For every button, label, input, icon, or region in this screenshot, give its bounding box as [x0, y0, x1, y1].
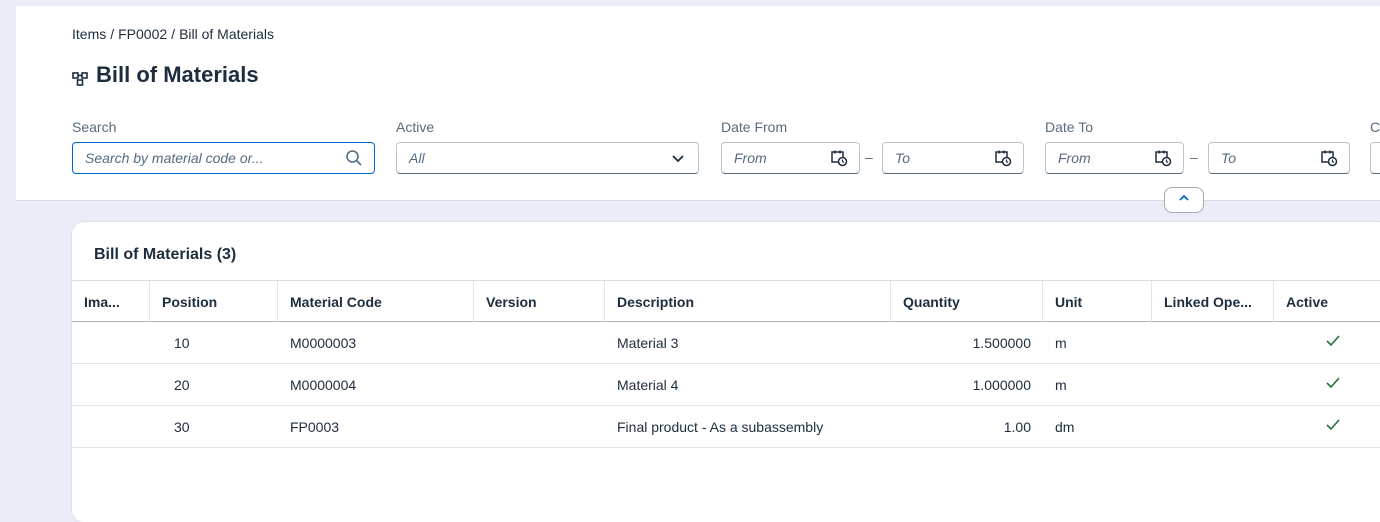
- active-select-value: All: [409, 150, 425, 166]
- date-from-start-input[interactable]: From: [721, 142, 860, 174]
- column-header-material-code[interactable]: Material Code: [278, 281, 474, 322]
- page-title: Bill of Materials: [72, 62, 259, 88]
- date-to-end-placeholder: To: [1221, 150, 1237, 166]
- breadcrumb: Items / FP0002/Bill of Materials: [72, 26, 274, 42]
- cell-quantity: 1.00: [1003, 418, 1031, 435]
- date-from-end-input[interactable]: To: [882, 142, 1024, 174]
- cell-description: Material 3: [617, 334, 679, 351]
- breadcrumb-items[interactable]: Items: [72, 26, 106, 42]
- page-title-text: Bill of Materials: [96, 62, 259, 87]
- cell-active: [1274, 364, 1380, 405]
- cell-position: 10: [174, 334, 190, 351]
- cell-quantity: 1.500000: [972, 334, 1031, 351]
- column-header-position[interactable]: Position: [150, 281, 278, 322]
- date-to-end-input[interactable]: To: [1208, 142, 1350, 174]
- page-header: Items / FP0002/Bill of Materials Bill of M…: [16, 6, 1380, 201]
- column-header-linked-operation[interactable]: Linked Ope...: [1152, 281, 1274, 322]
- breadcrumb-item-code[interactable]: FP0002: [118, 26, 167, 42]
- cell-linked-operation: [1152, 322, 1274, 363]
- cell-position: 30: [174, 418, 190, 435]
- cell-quantity: 1.000000: [972, 376, 1031, 393]
- cell-image: [72, 322, 150, 363]
- date-from-label: Date From: [721, 119, 788, 135]
- date-from-start-placeholder: From: [734, 150, 767, 166]
- breadcrumb-current: Bill of Materials: [179, 26, 274, 42]
- check-icon: [1325, 376, 1341, 393]
- column-header-version[interactable]: Version: [474, 281, 605, 322]
- date-to-label: Date To: [1045, 119, 1093, 135]
- table-header: Ima... Position Material Code Version De…: [72, 280, 1380, 322]
- column-header-description[interactable]: Description: [605, 281, 891, 322]
- calendar-icon[interactable]: [1319, 148, 1339, 168]
- chevron-down-icon[interactable]: [668, 148, 688, 168]
- chevron-up-icon: [1178, 191, 1190, 209]
- search-placeholder: Search by material code or...: [85, 150, 264, 166]
- cell-version: [474, 364, 605, 405]
- table-row[interactable]: 10 M0000003 Material 3 1.500000 m: [72, 322, 1380, 364]
- column-header-unit[interactable]: Unit: [1043, 281, 1152, 322]
- column-header-active[interactable]: Active: [1274, 281, 1380, 322]
- cell-position: 20: [174, 376, 190, 393]
- cell-unit: m: [1055, 376, 1067, 393]
- bom-table-card: Bill of Materials (3) Ima... Position Ma…: [72, 222, 1380, 522]
- cell-description: Material 4: [617, 376, 679, 393]
- cell-linked-operation: [1152, 364, 1274, 405]
- date-to-start-input[interactable]: From: [1045, 142, 1184, 174]
- check-icon: [1325, 418, 1341, 435]
- cell-active: [1274, 322, 1380, 363]
- cell-material-code: M0000003: [290, 334, 357, 351]
- cell-image: [72, 364, 150, 405]
- active-select[interactable]: All: [396, 142, 699, 174]
- check-icon: [1325, 334, 1341, 351]
- bill-of-materials-icon: [72, 67, 88, 86]
- cell-material-code: M0000004: [290, 376, 357, 393]
- calendar-icon[interactable]: [993, 148, 1013, 168]
- cell-active: [1274, 406, 1380, 447]
- collapse-header-button[interactable]: [1164, 187, 1204, 213]
- range-dash: –: [865, 149, 873, 165]
- cell-version: [474, 406, 605, 447]
- date-from-end-placeholder: To: [895, 150, 911, 166]
- column-header-image[interactable]: Ima...: [72, 281, 150, 322]
- active-label: Active: [396, 119, 435, 135]
- search-label: Search: [72, 119, 117, 135]
- search-icon[interactable]: [344, 148, 364, 168]
- calendar-icon[interactable]: [1153, 148, 1173, 168]
- search-input[interactable]: Search by material code or...: [72, 142, 375, 174]
- cell-material-code: FP0003: [290, 418, 340, 435]
- column-header-quantity[interactable]: Quantity: [891, 281, 1043, 322]
- extra-filter-input[interactable]: [1370, 142, 1380, 174]
- range-dash: –: [1190, 149, 1198, 165]
- calendar-icon[interactable]: [829, 148, 849, 168]
- cell-unit: dm: [1055, 418, 1075, 435]
- cell-version: [474, 322, 605, 363]
- cell-unit: m: [1055, 334, 1067, 351]
- date-to-start-placeholder: From: [1058, 150, 1091, 166]
- extra-filter-label: C: [1370, 119, 1380, 135]
- table-row[interactable]: 20 M0000004 Material 4 1.000000 m: [72, 364, 1380, 406]
- cell-image: [72, 406, 150, 447]
- table-title: Bill of Materials (3): [94, 246, 237, 263]
- cell-description: Final product - As a subassembly: [617, 418, 824, 435]
- table-row[interactable]: 30 FP0003 Final product - As a subassemb…: [72, 406, 1380, 448]
- cell-linked-operation: [1152, 406, 1274, 447]
